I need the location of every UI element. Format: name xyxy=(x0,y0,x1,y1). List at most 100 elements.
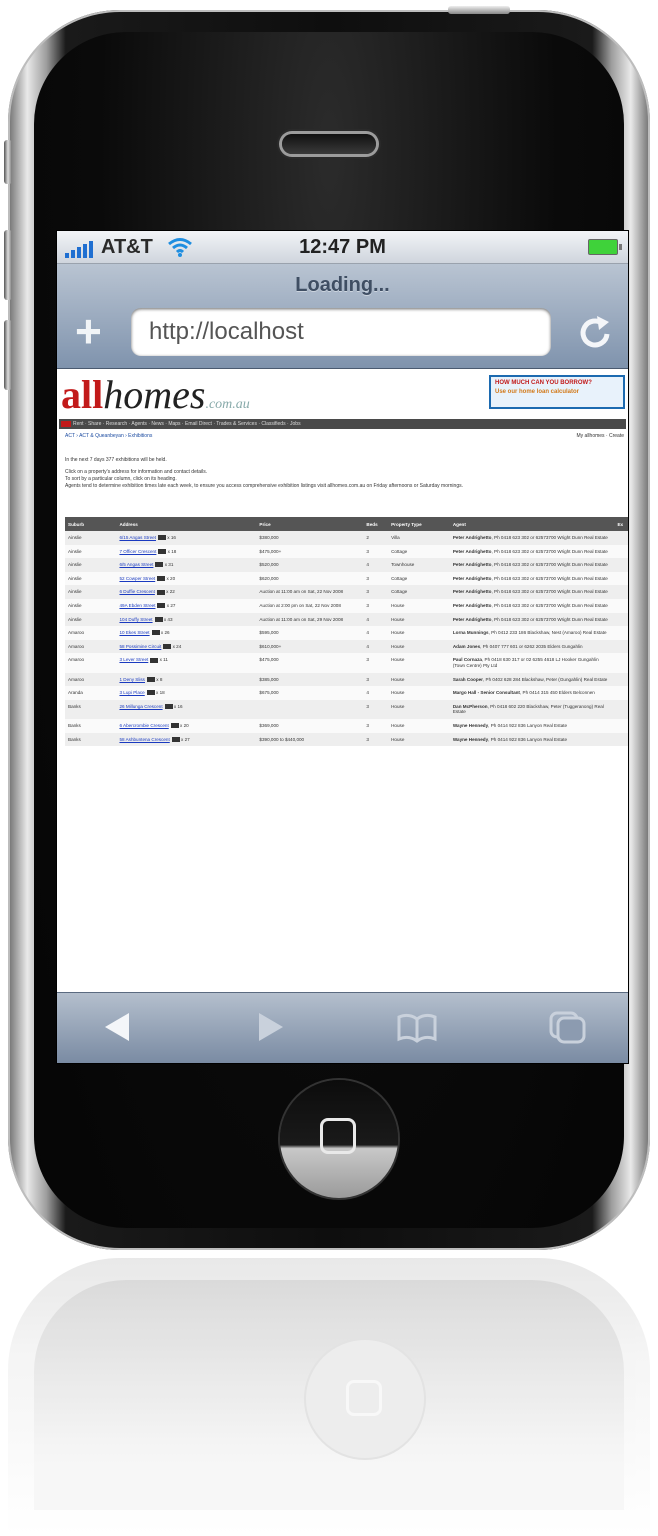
photo-count: x 22 xyxy=(166,589,175,595)
back-arrow-icon[interactable] xyxy=(101,1009,133,1045)
cell-address: 49A Ebden Street x 27 xyxy=(116,598,257,613)
agent-name: Peter Andrighetto xyxy=(452,616,492,622)
photo-badge-icon[interactable] xyxy=(170,723,179,729)
cell-beds: 3 xyxy=(363,571,389,586)
header-price[interactable]: Price xyxy=(256,517,364,531)
volume-down-button[interactable] xyxy=(4,320,12,390)
bookmarks-book-icon[interactable] xyxy=(395,1009,439,1045)
forward-arrow-icon[interactable] xyxy=(255,1009,287,1045)
agent-details: , Ph 0414 315 450 Elders Belconnen xyxy=(519,690,595,696)
address-link[interactable]: 3 Lupi Place xyxy=(119,690,144,695)
address-link[interactable]: 6/5 Angas Street xyxy=(119,562,153,567)
header-suburb[interactable]: Suburb xyxy=(65,517,117,531)
cell-exhibition xyxy=(614,571,628,586)
photo-badge-icon[interactable] xyxy=(150,657,159,663)
cell-price: Auction at 11:00 am on Sat, 29 Nov 2008 xyxy=(256,612,364,627)
breadcrumb[interactable]: ACT › ACT & Queanbeyan › Exhibitions xyxy=(65,433,152,439)
address-link[interactable]: 49A Ebden Street xyxy=(119,603,155,608)
cell-price: $475,000+ xyxy=(256,544,364,559)
header-property-type[interactable]: Property Type xyxy=(388,517,450,531)
photo-badge-icon[interactable] xyxy=(151,630,160,636)
intro-line: To sort by a particular column, click on… xyxy=(65,476,177,482)
address-link[interactable]: 6 Abercrombie Crescent xyxy=(119,723,168,728)
cell-agent: Margo Hall - Senior Consultant, Ph 0414 … xyxy=(449,686,615,700)
address-link[interactable]: 6 Duffie Crescent xyxy=(119,589,154,594)
cell-exhibition xyxy=(614,626,628,640)
address-link[interactable]: 7 Officer Crescent xyxy=(119,549,156,554)
photo-badge-icon[interactable] xyxy=(158,548,167,554)
header-agent[interactable]: Agent xyxy=(449,517,615,531)
address-link[interactable]: 26 Millunga Crescent xyxy=(119,704,162,709)
photo-badge-icon[interactable] xyxy=(157,603,166,609)
volume-up-button[interactable] xyxy=(4,230,12,300)
header-beds[interactable]: Beds xyxy=(363,517,389,531)
photo-badge-icon[interactable] xyxy=(146,676,155,682)
table-row: Ainslie 7 Officer Crescent x 18 $475,000+ 3… xyxy=(65,544,628,559)
photo-badge-icon[interactable] xyxy=(171,736,180,742)
address-link[interactable]: 1 Deny Sliss xyxy=(119,677,145,682)
header-address[interactable]: Address xyxy=(116,517,257,531)
cell-suburb: Ainslie xyxy=(65,612,117,627)
agent-name: Peter Andrighetto xyxy=(452,602,492,608)
agent-name: Peter Andrighetto xyxy=(452,548,492,554)
agent-details: , Ph 0407 777 601 or 6262 2035 Elders Gu… xyxy=(480,643,583,649)
table-row: Banks 6 Abercrombie Crescent x 20 $369,000… xyxy=(65,718,628,733)
cell-exhibition xyxy=(614,653,628,673)
cell-price: $369,000 xyxy=(256,718,364,733)
status-bar: AT&T 12:47 PM xyxy=(57,231,628,264)
agent-name: Peter Andrighetto xyxy=(452,562,492,568)
photo-count: x 18 xyxy=(167,548,177,554)
cell-property-type: House xyxy=(388,686,450,700)
address-link[interactable]: 104 Duffy Street xyxy=(119,617,152,622)
cell-exhibition xyxy=(614,585,628,599)
header-exhibition[interactable]: Ex xyxy=(614,517,628,531)
table-row: Amaroo 3 Lever Street x 11 $475,000 3 House P… xyxy=(65,653,628,673)
mute-switch[interactable] xyxy=(4,140,12,184)
cell-beds: 4 xyxy=(363,639,389,654)
pages-icon[interactable] xyxy=(547,1009,587,1045)
cell-address: 104 Duffy Street x 43 xyxy=(116,612,257,627)
address-link[interactable]: 52 Cowper Street xyxy=(119,576,155,581)
screen: AT&T 12:47 PM Loading... + http://localh… xyxy=(56,230,629,1064)
photo-badge-icon[interactable] xyxy=(157,535,166,541)
photo-badge-icon[interactable] xyxy=(163,644,172,650)
photo-count: x 27 xyxy=(166,602,176,608)
reload-icon[interactable] xyxy=(575,312,615,352)
cell-beds: 3 xyxy=(363,672,389,687)
home-button[interactable] xyxy=(280,1080,398,1198)
my-allhomes-link[interactable]: My allhomes · Create xyxy=(576,433,624,439)
photo-badge-icon[interactable] xyxy=(146,690,155,696)
agent-name: Wayne Hennedy xyxy=(452,722,489,728)
loan-calculator-ad[interactable]: HOW MUCH CAN YOU BORROW? Use our home lo… xyxy=(489,375,625,409)
wifi-icon xyxy=(167,238,192,257)
web-page: allhomes.com.au HOW MUCH CAN YOU BORROW?… xyxy=(57,369,628,993)
site-menu-bar[interactable]: Rent · Share · Research · Agents · News … xyxy=(59,419,626,429)
cell-agent: Paul Cornaza, Ph 0418 630 317 or 02 6255… xyxy=(449,653,615,673)
url-field[interactable]: http://localhost xyxy=(131,308,551,356)
cell-address: 58 Ashbuntena Crescent x 27 xyxy=(116,732,257,747)
address-link[interactable]: 58 Ashbuntena Crescent xyxy=(119,737,169,742)
photo-badge-icon[interactable] xyxy=(156,589,165,595)
address-link[interactable]: 6/15 Angas Street xyxy=(119,535,156,540)
address-link[interactable]: 3 Lever Street xyxy=(119,657,148,662)
photo-badge-icon[interactable] xyxy=(155,562,164,568)
address-link[interactable]: 58 Possimine Circuit xyxy=(119,644,161,649)
cell-address: 3 Lupi Place x 18 xyxy=(116,686,257,700)
table-row: Ainslie 6/15 Angas Street x 16 $380,000 2 Vi… xyxy=(65,531,628,545)
photo-badge-icon[interactable] xyxy=(154,616,163,622)
cell-property-type: House xyxy=(388,732,450,747)
photo-badge-icon[interactable] xyxy=(157,576,166,582)
carrier-name: AT&T xyxy=(101,235,153,258)
cell-property-type: House xyxy=(388,718,450,733)
agent-details: , Ph 0418 623 302 or 62573700 Wright Dun… xyxy=(491,562,608,568)
cell-agent: Adam Jones, Ph 0407 777 601 or 6262 2035… xyxy=(449,639,615,654)
agent-name: Wayne Hennedy xyxy=(452,736,489,742)
photo-count: x 31 xyxy=(164,562,174,568)
photo-badge-icon[interactable] xyxy=(164,704,173,709)
sleep-button[interactable] xyxy=(448,6,510,14)
address-link[interactable]: 10 Ekes Street xyxy=(119,630,149,635)
cell-agent: Peter Andrighetto, Ph 0418 623 302 or 62… xyxy=(449,585,615,599)
cell-address: 52 Cowper Street x 20 xyxy=(116,571,257,586)
cell-suburb: Aranda xyxy=(65,686,117,700)
plus-icon[interactable]: + xyxy=(75,308,102,354)
